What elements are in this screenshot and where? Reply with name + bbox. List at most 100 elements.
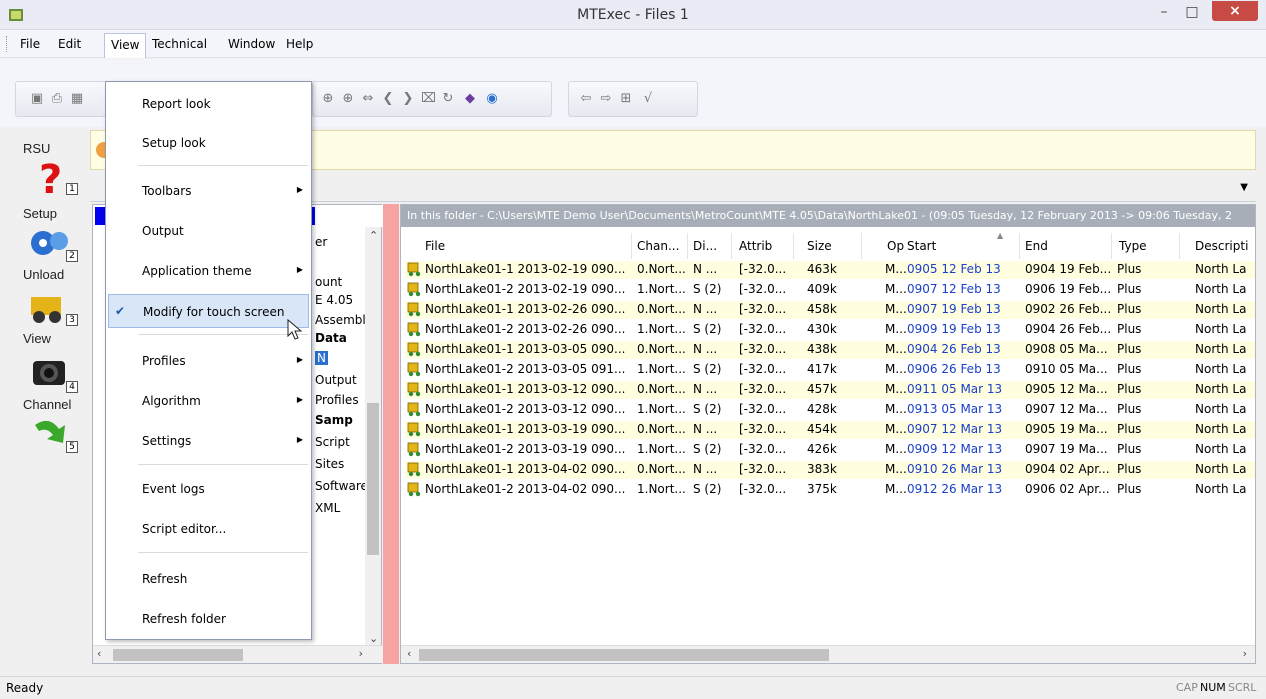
split-icon[interactable]: ⊞ [619, 92, 633, 106]
table-row[interactable]: NorthLake01-1 2013-03-19 090... 0.Nort...… [405, 421, 1255, 439]
column-separator[interactable] [1111, 233, 1112, 259]
arrow-right-icon[interactable]: ⇨ [599, 92, 613, 106]
table-row[interactable]: NorthLake01-2 2013-02-19 090... 1.Nort...… [405, 281, 1255, 299]
tree-item[interactable]: Script [315, 435, 350, 449]
column-separator[interactable] [1019, 233, 1020, 259]
column-header-channel[interactable]: Chan... [637, 239, 679, 253]
sidebar-item-view[interactable]: View 4 [17, 331, 85, 401]
tree-item[interactable]: Profiles [315, 393, 359, 407]
tree-item[interactable]: Output [315, 373, 357, 387]
scroll-thumb[interactable] [419, 649, 829, 661]
tree-item[interactable]: Sites [315, 457, 344, 471]
zoom-in-icon[interactable]: ⊕ [341, 92, 355, 106]
scroll-left-icon[interactable]: ‹ [407, 647, 411, 660]
menu-item-application-theme[interactable]: Application theme ▶ [108, 254, 309, 288]
tree-vertical-scrollbar[interactable]: ⌃ ⌄ [365, 227, 381, 647]
tree-item[interactable]: er [315, 235, 327, 249]
close-button[interactable]: × [1212, 1, 1258, 21]
column-separator[interactable] [731, 233, 732, 259]
table-row[interactable]: NorthLake01-1 2013-02-26 090... 0.Nort...… [405, 301, 1255, 319]
table-row[interactable]: NorthLake01-2 2013-03-05 091... 1.Nort...… [405, 361, 1255, 379]
scroll-up-icon[interactable]: ⌃ [369, 229, 378, 242]
pane-splitter[interactable] [383, 204, 399, 664]
tree-item[interactable]: E 4.05 [315, 293, 353, 307]
fit-width-icon[interactable]: ⇔ [361, 92, 375, 106]
table-row[interactable]: NorthLake01-1 2013-02-19 090... 0.Nort...… [405, 261, 1255, 279]
maximize-button[interactable]: □ [1178, 2, 1206, 24]
menu-view[interactable]: View [104, 33, 147, 58]
column-header-size[interactable]: Size [807, 239, 832, 253]
save-icon[interactable]: ▣ [30, 92, 44, 106]
scroll-right-icon[interactable]: › [359, 647, 363, 660]
column-separator[interactable] [631, 233, 632, 259]
menu-edit[interactable]: Edit [52, 35, 87, 53]
list-horizontal-scrollbar[interactable]: ‹ › [401, 645, 1255, 663]
refresh-icon[interactable]: ↻ [441, 92, 455, 106]
column-header-op[interactable]: Op [887, 239, 904, 253]
menu-item-settings[interactable]: Settings ▶ [108, 424, 309, 458]
print-icon[interactable]: ⎙ [50, 92, 64, 106]
sidebar-item-channel[interactable]: Channel 5 [17, 395, 85, 465]
menu-file[interactable]: File [14, 35, 46, 53]
column-header-end[interactable]: End [1025, 239, 1048, 253]
menu-item-refresh-folder[interactable]: Refresh folder [108, 602, 309, 636]
column-separator[interactable] [687, 233, 688, 259]
tree-item[interactable]: Assembl [315, 313, 366, 327]
zoom-icon[interactable]: ⊕ [321, 92, 335, 106]
table-row[interactable]: NorthLake01-2 2013-02-26 090... 1.Nort...… [405, 321, 1255, 339]
tree-horizontal-scrollbar[interactable]: ‹ › [93, 645, 383, 663]
menu-item-algorithm[interactable]: Algorithm ▶ [108, 384, 309, 418]
column-header-file[interactable]: File [425, 239, 445, 253]
table-row[interactable]: NorthLake01-2 2013-03-12 090... 1.Nort...… [405, 401, 1255, 419]
scroll-right-icon[interactable]: › [1243, 647, 1247, 660]
arrow-left-icon[interactable]: ⇦ [579, 92, 593, 106]
menu-item-event-logs[interactable]: Event logs [108, 472, 309, 506]
help-icon[interactable]: ◉ [485, 92, 499, 106]
tree-item-selected[interactable]: N [315, 351, 328, 365]
table-row[interactable]: NorthLake01-2 2013-03-19 090... 1.Nort...… [405, 441, 1255, 459]
column-header-direction[interactable]: Di... [693, 239, 717, 253]
menu-item-refresh[interactable]: Refresh [108, 562, 309, 596]
menu-item-script-editor[interactable]: Script editor... [108, 512, 309, 546]
sidebar-item-setup[interactable]: Setup 2 [17, 203, 85, 273]
sidebar-item-unload[interactable]: Unload 3 [17, 267, 85, 337]
scroll-thumb[interactable] [113, 649, 243, 661]
menu-item-toolbars[interactable]: Toolbars ▶ [108, 174, 309, 208]
menu-window[interactable]: Window [222, 35, 281, 53]
preview-icon[interactable]: ▦ [70, 92, 84, 106]
minimize-button[interactable]: – [1150, 2, 1178, 24]
back-icon[interactable]: ❮ [381, 92, 395, 106]
scroll-left-icon[interactable]: ‹ [97, 647, 101, 660]
table-row[interactable]: NorthLake01-1 2013-03-05 090... 0.Nort...… [405, 341, 1255, 359]
column-separator[interactable] [1179, 233, 1180, 259]
tab-dropdown-icon[interactable]: ▼ [1240, 182, 1248, 193]
tree-item[interactable]: Software [315, 479, 368, 493]
forward-icon[interactable]: ❯ [401, 92, 415, 106]
table-row[interactable]: NorthLake01-1 2013-04-02 090... 0.Nort...… [405, 461, 1255, 479]
menu-item-profiles[interactable]: Profiles ▶ [108, 344, 309, 378]
menu-item-report-look[interactable]: Report look [108, 87, 309, 121]
table-row[interactable]: NorthLake01-1 2013-03-12 090... 0.Nort...… [405, 381, 1255, 399]
sidebar-item-rsu[interactable]: RSU ? 1 [17, 127, 85, 199]
stop-icon[interactable]: ⌧ [421, 92, 436, 106]
column-header-start[interactable]: Start [907, 239, 936, 253]
menu-item-modify-for-touch-screen[interactable]: ✔ Modify for touch screen [108, 294, 309, 328]
table-row[interactable]: NorthLake01-2 2013-04-02 090... 1.Nort...… [405, 481, 1255, 499]
formula-icon[interactable]: √ [641, 92, 655, 106]
book-icon[interactable]: ◆ [463, 92, 477, 106]
scroll-down-icon[interactable]: ⌄ [369, 632, 378, 645]
scroll-thumb[interactable] [367, 403, 379, 555]
column-header-attrib[interactable]: Attrib [739, 239, 772, 253]
tree-item[interactable]: ount [315, 275, 342, 289]
menu-technical[interactable]: Technical [146, 35, 213, 53]
tree-item[interactable]: XML [315, 501, 340, 515]
column-header-description[interactable]: Descripti [1195, 239, 1248, 253]
menu-help[interactable]: Help [280, 35, 319, 53]
column-separator[interactable] [861, 233, 862, 259]
tree-item[interactable]: Samp [315, 413, 353, 427]
column-header-type[interactable]: Type [1119, 239, 1147, 253]
column-separator[interactable] [793, 233, 794, 259]
menu-item-output[interactable]: Output [108, 214, 309, 248]
menu-item-setup-look[interactable]: Setup look [108, 126, 309, 160]
tree-item-data[interactable]: Data [315, 331, 347, 345]
